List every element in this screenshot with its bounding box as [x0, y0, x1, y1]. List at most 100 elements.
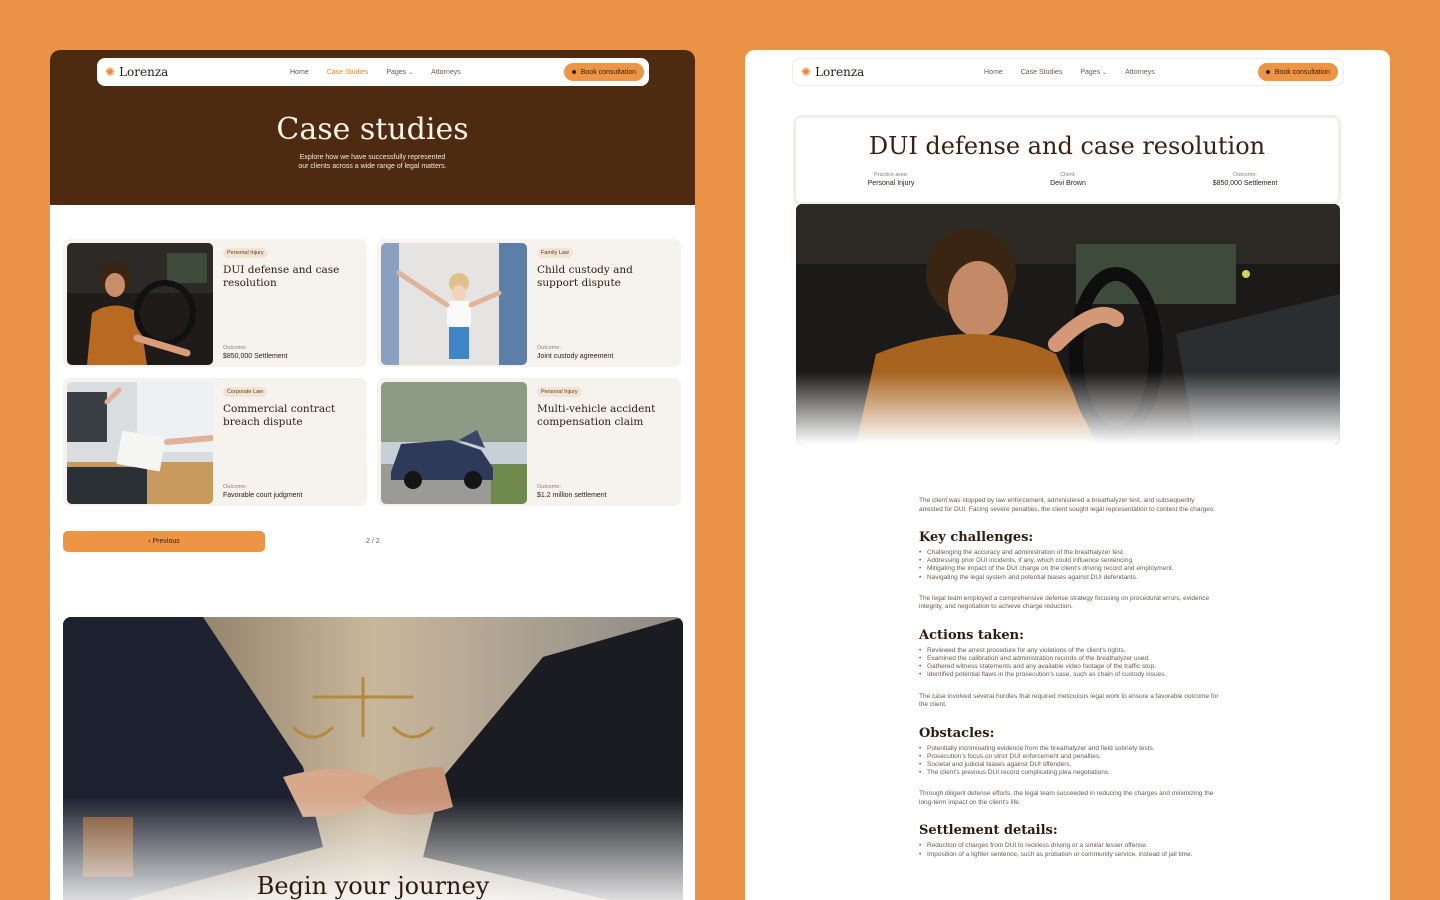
outcome-label: Outcome: [223, 484, 247, 490]
case-card-contract[interactable]: Corporate Law Commercial contract breach… [63, 378, 367, 506]
outcome-label: Outcome: [537, 484, 561, 490]
car-accident-photo [381, 382, 527, 504]
outcome-value: $850,000 Settlement [223, 353, 288, 360]
list-item: Examined the calibration and administrat… [919, 655, 1219, 663]
case-card-accident[interactable]: Personal Injury Multi-vehicle accident c… [377, 378, 681, 506]
brand-logo[interactable]: ✺ Lorenza [801, 65, 864, 79]
page-indicator: 2 / 2 [366, 538, 380, 545]
dui-driver-hero-photo [796, 204, 1340, 444]
bullet-list: Reviewed the arrest procedure for any vi… [919, 647, 1219, 680]
nav-attorneys[interactable]: Attorneys [1125, 69, 1155, 76]
list-item: Navigating the legal system and potentia… [919, 574, 1219, 582]
case-title[interactable]: Commercial contract breach dispute [223, 403, 363, 429]
list-item: Reviewed the arrest procedure for any vi… [919, 647, 1219, 655]
case-card-custody[interactable]: Family Law Child custody and support dis… [377, 239, 681, 367]
nav-case-studies[interactable]: Case Studies [1021, 69, 1063, 76]
bullet-list: Reduction of charges from DUI to reckles… [919, 842, 1219, 859]
case-title[interactable]: DUI defense and case resolution [223, 264, 363, 290]
list-item: Reduction of charges from DUI to reckles… [919, 842, 1219, 850]
section-heading: Actions taken: [919, 627, 1024, 643]
cta-heading: Begin your journey [256, 872, 490, 900]
sunburst-logo-icon: ✺ [105, 65, 116, 79]
chevron-down-icon: ⌄ [1102, 69, 1108, 76]
top-nav: ✺ Lorenza Home Case Studies Pages ⌄ Atto… [792, 58, 1344, 86]
case-article: The client was stopped by law enforcemen… [919, 497, 1219, 859]
sunburst-logo-icon: ✺ [801, 65, 812, 79]
list-item: Potentially incriminating evidence from … [919, 745, 1219, 753]
list-item: Gathered witness statements and any avai… [919, 663, 1219, 671]
hero-section: ✺ Lorenza Home Case Studies Pages ⌄ Atto… [50, 50, 695, 205]
outcome-value: Joint custody agreement [537, 353, 614, 360]
nav-home[interactable]: Home [290, 69, 309, 76]
dui-driver-photo [67, 243, 213, 365]
meta-client: Client: Devi Brown [998, 172, 1138, 187]
meta-label: Client: [1060, 172, 1076, 178]
meta-outcome: Outcome: $850,000 Settlement [1175, 172, 1315, 187]
book-consultation-label: Book consultation [1274, 68, 1330, 76]
brand-name: Lorenza [815, 65, 865, 79]
meta-value: $850,000 Settlement [1212, 180, 1278, 187]
case-detail-page: ✺ Lorenza Home Case Studies Pages ⌄ Atto… [745, 50, 1390, 900]
meta-value: Personal Injury [867, 180, 915, 187]
list-item: Imposition of a lighter sentence, such a… [919, 851, 1219, 859]
nav-pages[interactable]: Pages ⌄ [1080, 69, 1107, 76]
meta-label: Outcome: [1233, 172, 1257, 178]
nav-links: Home Case Studies Pages ⌄ Attorneys [984, 69, 1155, 76]
case-title: DUI defense and case resolution [868, 132, 1266, 160]
chevron-down-icon: ⌄ [408, 69, 414, 76]
nav-pages-label: Pages [386, 68, 407, 76]
page-subtitle: Explore how we have successfully represe… [50, 153, 695, 171]
list-item: Mitigating the impact of the DUI charge … [919, 565, 1219, 573]
brand-logo[interactable]: ✺ Lorenza [105, 65, 168, 79]
handshake-photo [63, 617, 683, 900]
nav-links: Home Case Studies Pages ⌄ Attorneys [290, 69, 461, 76]
intro-paragraph: The client was stopped by law enforcemen… [919, 497, 1215, 513]
section-paragraph: Through diligent defense efforts, the le… [919, 790, 1214, 806]
nav-home[interactable]: Home [984, 69, 1003, 76]
list-item: Societal and judicial biases against DUI… [919, 761, 1219, 769]
page-subtitle-line: Explore how we have successfully represe… [299, 154, 446, 161]
bullet-list: Potentially incriminating evidence from … [919, 745, 1219, 778]
book-consultation-button[interactable]: Book consultation [563, 63, 644, 81]
nav-attorneys[interactable]: Attorneys [431, 69, 461, 76]
meta-value: Devi Brown [1050, 180, 1086, 187]
practice-tag: Family Law [537, 248, 573, 258]
book-consultation-label: Book consultation [580, 68, 636, 76]
contract-signing-photo [67, 382, 213, 504]
section-heading: Obstacles: [919, 725, 995, 741]
page-title: Case studies [276, 112, 469, 147]
list-item: Addressing prior DUI incidents, if any, … [919, 557, 1219, 565]
child-with-parents-photo [381, 243, 527, 365]
handshake-banner: Begin your journey [63, 617, 683, 900]
outcome-value: $1.2 million settlement [537, 492, 607, 499]
practice-tag: Personal Injury [537, 387, 582, 397]
bullet-list: Challenging the accuracy and administrat… [919, 549, 1219, 582]
page-subtitle-line: our clients across a wide range of legal… [298, 163, 447, 170]
previous-page-button[interactable]: ‹ Previous [63, 531, 265, 552]
dot-icon [571, 70, 576, 74]
top-nav: ✺ Lorenza Home Case Studies Pages ⌄ Atto… [97, 58, 649, 86]
case-title[interactable]: Multi-vehicle accident compensation clai… [537, 403, 677, 429]
meta-practice-area: Practice area: Personal Injury [821, 172, 961, 187]
nav-pages[interactable]: Pages ⌄ [386, 69, 413, 76]
list-item: Challenging the accuracy and administrat… [919, 549, 1219, 557]
outcome-label: Outcome: [537, 345, 561, 351]
list-item: The client's previous DUI record complic… [919, 769, 1219, 777]
case-header-card: DUI defense and case resolution Practice… [793, 115, 1341, 205]
section-heading: Key challenges: [919, 530, 1034, 545]
section-paragraph: The case involved several hurdles that r… [919, 692, 1219, 709]
list-item: Identified potential flaws in the prosec… [919, 671, 1219, 679]
list-item: Prosecution's focus on strict DUI enforc… [919, 753, 1219, 761]
case-studies-page: ✺ Lorenza Home Case Studies Pages ⌄ Atto… [50, 50, 695, 900]
case-card-dui[interactable]: Personal Injury DUI defense and case res… [63, 239, 367, 367]
book-consultation-button[interactable]: Book consultation [1257, 63, 1338, 81]
outcome-value: Favorable court judgment [223, 492, 303, 499]
section-heading: Settlement details: [919, 823, 1058, 839]
outcome-label: Outcome: [223, 345, 247, 351]
brand-name: Lorenza [119, 65, 169, 79]
section-paragraph: The legal team employed a comprehensive … [919, 594, 1210, 611]
practice-tag: Personal Injury [223, 248, 268, 258]
nav-case-studies[interactable]: Case Studies [327, 69, 369, 76]
case-title[interactable]: Child custody and support dispute [537, 264, 677, 290]
nav-pages-label: Pages [1080, 68, 1101, 76]
